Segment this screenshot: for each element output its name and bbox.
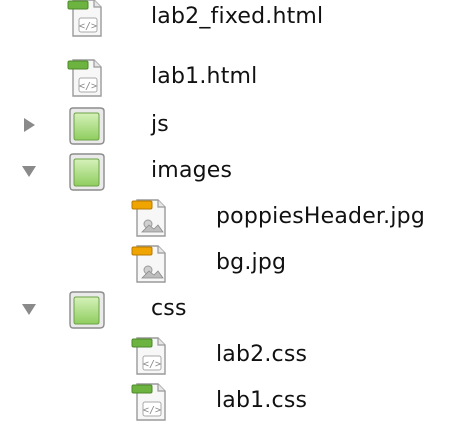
disclosure-triangle-expanded[interactable] [18,162,40,180]
tree-item-label: js [151,112,169,137]
image-file-icon [128,240,174,286]
tree-item-poppiesheader-jpg[interactable]: poppiesHeader.jpg [0,194,461,240]
tree-item-css-folder[interactable]: css [0,286,461,332]
file-tree: </> lab2_fixed.html </> lab1.html js ima… [0,0,461,422]
tree-item-label: lab1.css [216,388,308,413]
folder-icon [64,286,110,332]
tree-item-label: lab2.css [216,342,308,367]
tree-item-lab1-css[interactable]: </> lab1.css [0,378,461,424]
svg-text:</>: </> [143,359,161,370]
image-file-icon [128,194,174,240]
html-file-icon: </> [64,54,110,100]
tree-item-js-folder[interactable]: js [0,102,461,148]
disclosure-triangle-collapsed[interactable] [18,116,40,134]
tree-item-lab1-html[interactable]: </> lab1.html [0,54,461,100]
disclosure-triangle-expanded[interactable] [18,300,40,318]
tree-item-label: css [151,296,187,321]
tree-item-label: lab2_fixed.html [151,4,324,29]
folder-icon [64,148,110,194]
tree-item-label: images [151,158,233,183]
svg-text:</>: </> [143,405,161,416]
tree-item-lab2-fixed-html[interactable]: </> lab2_fixed.html [0,0,461,40]
svg-text:</>: </> [79,81,97,92]
folder-icon [64,102,110,148]
css-file-icon: </> [128,332,174,378]
tree-item-label: bg.jpg [216,250,287,275]
tree-item-lab2-css[interactable]: </> lab2.css [0,332,461,378]
svg-text:</>: </> [79,21,97,32]
css-file-icon: </> [128,378,174,424]
html-file-icon: </> [64,0,110,40]
tree-item-label: lab1.html [151,64,258,89]
tree-item-bg-jpg[interactable]: bg.jpg [0,240,461,286]
tree-item-label: poppiesHeader.jpg [216,204,425,229]
tree-item-images-folder[interactable]: images [0,148,461,194]
